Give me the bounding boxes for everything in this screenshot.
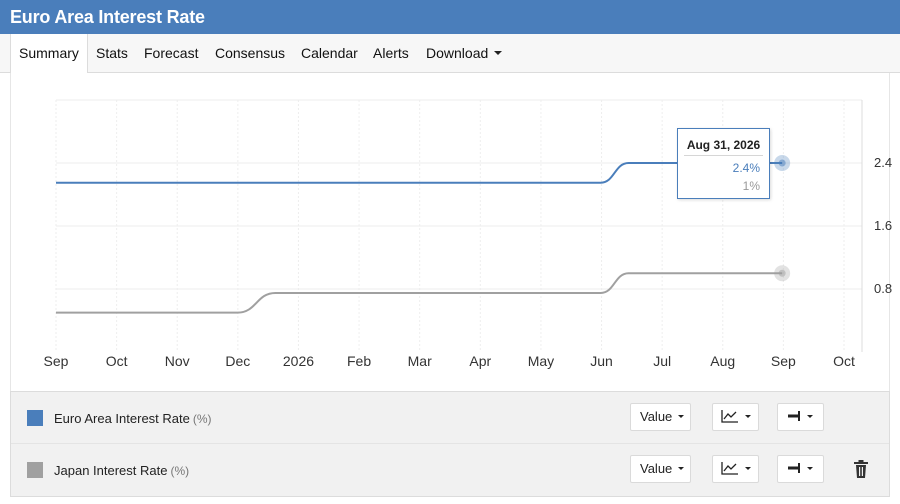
- chevron-down-icon: [745, 415, 751, 419]
- x-tick-label: Oct: [106, 353, 128, 369]
- chevron-down-icon: [678, 415, 685, 419]
- chevron-down-icon: [807, 467, 813, 471]
- series-panel: Euro Area Interest Rate (%) Value Japan I…: [10, 391, 890, 497]
- x-tick-label: Jul: [653, 353, 671, 369]
- tooltip-value-japan: 1%: [742, 179, 760, 193]
- x-tick-label: Feb: [347, 353, 371, 369]
- tooltip-date: Aug 31, 2026: [686, 138, 761, 152]
- chevron-down-icon: [678, 467, 685, 471]
- y-tick-label: 0.8: [874, 281, 892, 296]
- chart-type-dropdown[interactable]: [712, 455, 759, 483]
- x-tick-label: 2026: [283, 353, 314, 369]
- line-chart-icon: [721, 410, 738, 423]
- x-tick-label: Aug: [710, 353, 735, 369]
- series-label-japan: Japan Interest Rate (%): [54, 463, 189, 478]
- axis-dropdown[interactable]: [777, 455, 824, 483]
- x-tick-label: Sep: [771, 353, 796, 369]
- x-tick-label: Apr: [469, 353, 491, 369]
- series-row-japan: Japan Interest Rate (%) Value: [11, 444, 889, 496]
- tooltip-value-euro: 2.4%: [732, 161, 760, 175]
- series-color-swatch[interactable]: [27, 410, 43, 426]
- trash-icon[interactable]: [853, 459, 869, 479]
- value-dropdown-label: Value: [640, 461, 673, 476]
- series-name: Euro Area Interest Rate: [54, 411, 190, 426]
- chart-type-dropdown[interactable]: [712, 403, 759, 431]
- x-tick-label: Nov: [165, 353, 190, 369]
- x-tick-label: Oct: [833, 353, 855, 369]
- value-dropdown-label: Value: [640, 409, 673, 424]
- chart-tooltip: Aug 31, 2026 2.4% 1%: [677, 128, 770, 199]
- value-dropdown[interactable]: Value: [630, 403, 691, 431]
- series-line-0: [56, 162, 783, 184]
- series-color-swatch[interactable]: [27, 462, 43, 478]
- x-tick-label: Sep: [44, 353, 69, 369]
- series-unit: (%): [170, 464, 190, 478]
- x-tick-label: Dec: [225, 353, 250, 369]
- series-unit: (%): [192, 412, 212, 426]
- axis-right-icon: [788, 411, 800, 422]
- tooltip-divider: [684, 155, 763, 156]
- line-chart-icon: [721, 462, 738, 475]
- value-dropdown[interactable]: Value: [630, 455, 691, 483]
- series-row-euro: Euro Area Interest Rate (%) Value: [11, 392, 889, 444]
- y-tick-label: 1.6: [874, 218, 892, 233]
- series-line-1: [56, 272, 783, 314]
- axis-dropdown[interactable]: [777, 403, 824, 431]
- series-name: Japan Interest Rate: [54, 463, 168, 478]
- series-marker-1: [778, 269, 786, 277]
- y-tick-label: 2.4: [874, 155, 892, 170]
- axis-right-icon: [788, 463, 800, 474]
- series-marker-0: [778, 159, 786, 167]
- chevron-down-icon: [745, 467, 751, 471]
- x-tick-label: May: [528, 353, 554, 369]
- x-tick-label: Jun: [590, 353, 613, 369]
- x-tick-label: Mar: [408, 353, 432, 369]
- chevron-down-icon: [807, 415, 813, 419]
- series-label-euro: Euro Area Interest Rate (%): [54, 411, 212, 426]
